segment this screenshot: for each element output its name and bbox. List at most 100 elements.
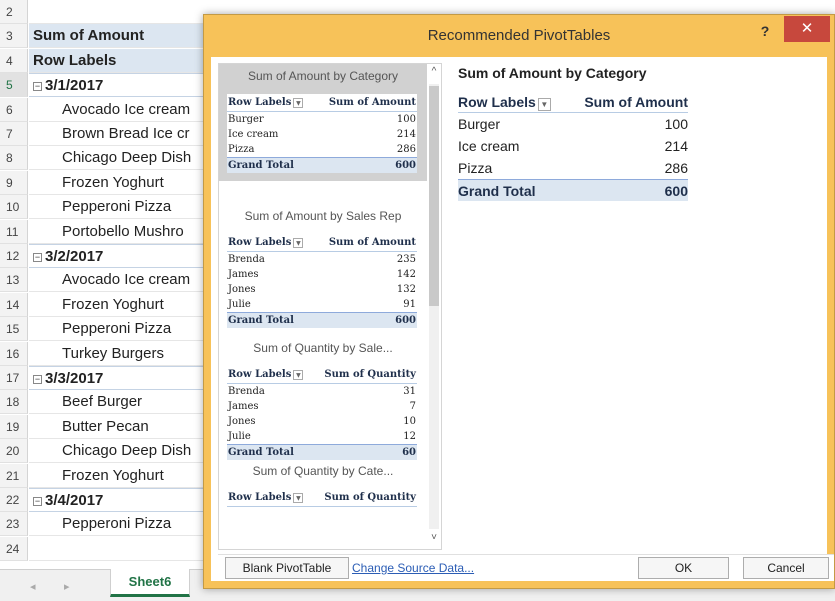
preview-header-row: Row Labels ▼ Sum of Amount <box>458 91 688 113</box>
row-header[interactable]: 4 <box>0 48 28 73</box>
recommendation-scrollbar[interactable]: ^ ˅ <box>426 64 442 549</box>
row-header[interactable]: 20 <box>0 439 28 464</box>
mini-row-label: Jones <box>228 416 256 427</box>
mini-pivot-table: Row Labels ▼ Sum of Amount Brenda 235 James 14… <box>227 234 417 328</box>
scroll-down-icon[interactable]: ˅ <box>426 532 442 543</box>
mini-total-label: Grand Total <box>228 315 294 326</box>
item-cell[interactable]: Turkey Burgers <box>29 342 209 366</box>
row-header[interactable]: 21 <box>0 463 28 488</box>
recommendation-item[interactable]: Sum of Amount by Sales Rep Row Labels ▼ Sum… <box>219 204 427 336</box>
preview-table: Row Labels ▼ Sum of Amount Burger 100 Ice c… <box>458 91 688 201</box>
preview-data-row: Pizza 286 <box>458 157 688 179</box>
row-header[interactable]: 7 <box>0 122 28 146</box>
date-group-cell[interactable]: −3/3/2017 <box>29 366 209 390</box>
mini-data-row: Burger 100 <box>227 112 417 127</box>
dropdown-icon: ▼ <box>293 238 304 248</box>
recommendation-title: Sum of Quantity by Cate... <box>252 464 394 478</box>
preview-data-row: Ice cream 214 <box>458 135 688 157</box>
item-cell[interactable]: Butter Pecan <box>29 415 209 439</box>
row-header[interactable]: 6 <box>0 97 28 122</box>
row-header[interactable]: 14 <box>0 292 28 317</box>
date-group-cell[interactable]: −3/1/2017 <box>29 73 209 98</box>
mini-data-row: Jones 10 <box>227 414 417 429</box>
row-header[interactable]: 5 <box>0 73 28 98</box>
mini-total-value: 60 <box>402 447 416 458</box>
tab-next-icon[interactable]: ▸ <box>64 580 70 593</box>
blank-pivottable-button[interactable]: Blank PivotTable <box>225 557 349 579</box>
dropdown-icon: ▼ <box>537 98 551 111</box>
recommended-pivottables-dialog: Recommended PivotTables ? ✕ Sum of Amoun… <box>203 14 835 589</box>
dialog-titlebar[interactable]: Recommended PivotTables ? ✕ <box>204 15 834 57</box>
mini-row-label: Burger <box>228 114 264 125</box>
empty-cell[interactable] <box>29 537 209 561</box>
mini-row-label: Jones <box>228 284 256 295</box>
preview-title: Sum of Amount by Category <box>458 65 647 81</box>
mini-pivot-table: Row Labels ▼ Sum of Quantity Brenda 31 James 7… <box>227 366 417 460</box>
pivot-header-cell[interactable]: Sum of Amount <box>29 24 209 49</box>
scroll-thumb[interactable] <box>429 86 439 306</box>
dropdown-icon: ▼ <box>293 98 304 108</box>
item-cell[interactable]: Pepperoni Pizza <box>29 512 209 537</box>
change-source-data-link[interactable]: Change Source Data... <box>352 561 474 575</box>
item-cell[interactable]: Chicago Deep Dish <box>29 146 209 171</box>
row-header[interactable]: 24 <box>0 536 28 561</box>
item-cell[interactable]: Pepperoni Pizza <box>29 317 209 342</box>
mini-header-labels: Row Labels ▼ <box>228 366 304 383</box>
date-group-cell[interactable]: −3/2/2017 <box>29 244 209 268</box>
date-label: 3/1/2017 <box>45 77 104 95</box>
row-header[interactable]: 16 <box>0 341 28 366</box>
mini-data-row: Pizza 286 <box>227 142 417 157</box>
row-header[interactable]: 22 <box>0 488 28 512</box>
mini-total-row: Grand Total 600 <box>227 312 417 328</box>
recommendation-item[interactable]: Sum of Quantity by Cate... Row Labels ▼ Sum… <box>219 459 427 515</box>
cancel-button[interactable]: Cancel <box>743 557 829 579</box>
mini-header-value: Sum of Quantity <box>324 492 416 503</box>
collapse-icon[interactable]: − <box>33 497 42 506</box>
item-cell[interactable]: Avocado Ice cream <box>29 268 209 293</box>
item-cell[interactable]: Frozen Yoghurt <box>29 464 209 488</box>
item-cell[interactable]: Brown Bread Ice cr <box>29 122 209 146</box>
item-cell[interactable]: Chicago Deep Dish <box>29 439 209 464</box>
recommendation-title: Sum of Amount by Category <box>247 69 399 83</box>
row-header[interactable]: 13 <box>0 268 28 293</box>
collapse-icon[interactable]: − <box>33 375 42 384</box>
scroll-up-icon[interactable]: ^ <box>426 66 442 77</box>
row-header[interactable]: 12 <box>0 244 28 268</box>
row-header[interactable]: 11 <box>0 219 28 244</box>
mini-header-labels: Row Labels ▼ <box>228 234 304 251</box>
item-cell[interactable]: Pepperoni Pizza <box>29 195 209 220</box>
help-icon[interactable]: ? <box>756 23 774 41</box>
item-cell[interactable]: Frozen Yoghurt <box>29 293 209 317</box>
row-header[interactable]: 8 <box>0 146 28 171</box>
dialog-body: Sum of Amount by Category Row Labels ▼ Sum … <box>204 57 834 588</box>
item-cell[interactable]: Beef Burger <box>29 390 209 415</box>
row-header[interactable]: 10 <box>0 195 28 220</box>
item-cell[interactable]: Frozen Yoghurt <box>29 171 209 195</box>
collapse-icon[interactable]: − <box>33 82 42 92</box>
row-header[interactable]: 9 <box>0 170 28 195</box>
row-header[interactable]: 18 <box>0 390 28 415</box>
recommendation-item[interactable]: Sum of Quantity by Sale... Row Labels ▼ Sum… <box>219 336 427 468</box>
row-header[interactable]: 19 <box>0 414 28 439</box>
mini-row-value: 142 <box>396 269 416 280</box>
empty-cell[interactable] <box>29 0 209 24</box>
mini-row-value: 31 <box>403 386 416 397</box>
mini-header-value: Sum of Amount <box>328 237 416 248</box>
collapse-icon[interactable]: − <box>33 253 42 262</box>
row-header[interactable]: 17 <box>0 366 28 390</box>
row-header[interactable]: 15 <box>0 317 28 342</box>
mini-row-value: 132 <box>396 284 416 295</box>
item-cell[interactable]: Avocado Ice cream <box>29 98 209 122</box>
recommendation-item[interactable]: Sum of Amount by Category Row Labels ▼ Sum … <box>219 64 427 181</box>
row-header[interactable]: 23 <box>0 512 28 537</box>
tab-prev-icon[interactable]: ◂ <box>30 580 36 593</box>
dropdown-icon: ▼ <box>293 493 304 503</box>
sheet-tab[interactable]: Sheet6 <box>110 569 190 597</box>
row-header[interactable]: 3 <box>0 24 28 49</box>
item-cell[interactable]: Portobello Mushro <box>29 220 209 244</box>
date-group-cell[interactable]: −3/4/2017 <box>29 488 209 512</box>
pivot-header-cell[interactable]: Row Labels <box>29 48 209 73</box>
row-header[interactable]: 2 <box>0 0 28 24</box>
ok-button[interactable]: OK <box>638 557 729 579</box>
close-button[interactable]: ✕ <box>784 16 830 42</box>
